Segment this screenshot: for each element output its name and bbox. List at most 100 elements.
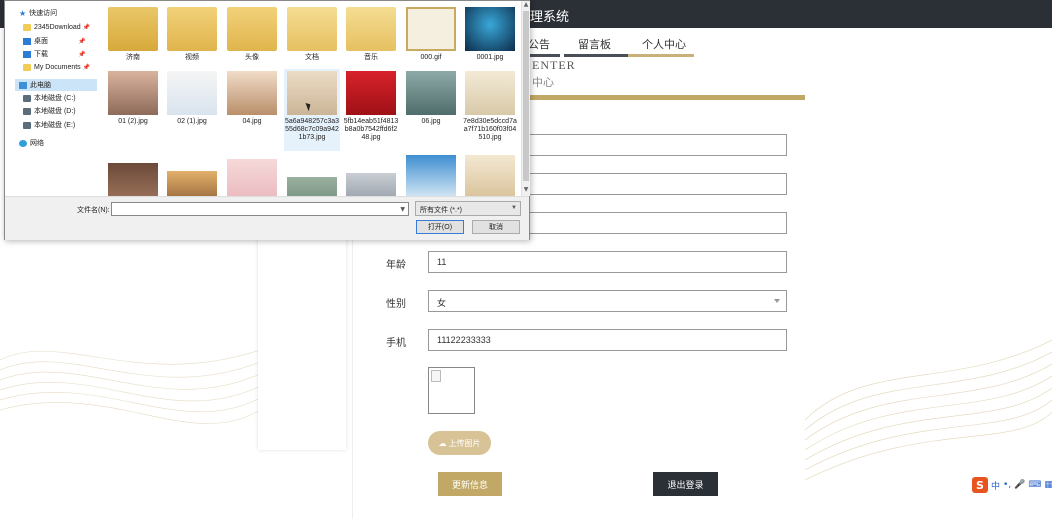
image-thumbnail [465, 7, 515, 51]
tree-item-desktop[interactable]: 桌面 📌 [23, 35, 85, 47]
broken-image-icon [431, 370, 441, 382]
sogou-logo-icon[interactable]: S [972, 477, 988, 493]
file-item[interactable]: 0001.jpg [462, 7, 518, 62]
scrollbar-thumb[interactable] [523, 11, 529, 181]
file-item[interactable]: 04.jpg [224, 71, 280, 126]
file-grid-scrollbar[interactable]: ▲ ▼ [521, 1, 530, 196]
tree-item-drive-c[interactable]: 本地磁盘 (C:) [23, 92, 76, 104]
desktop-icon [23, 37, 31, 45]
age-input[interactable]: 11 [428, 251, 787, 273]
tree-item-quick-access[interactable]: ★ 快速访问 [19, 7, 57, 19]
filetype-select[interactable]: 所有文件 (*.*) ▼ [415, 201, 521, 216]
navigation-tree: ★ 快速访问 2345Download 📌 桌面 📌 下载 📌 My Docum… [5, 1, 99, 196]
cancel-button[interactable]: 取消 [472, 220, 520, 234]
upload-image-button[interactable]: ☁ 上传图片 [428, 431, 491, 455]
file-grid: 济南 视频 头像 文档 音乐 000.gif 0001.jpg 01 (2).j… [101, 1, 519, 196]
file-open-dialog: ★ 快速访问 2345Download 📌 桌面 📌 下载 📌 My Docum… [4, 0, 530, 240]
file-item[interactable]: 5fb14eab51f4813b8a0b7542ffd6f248.jpg [343, 71, 399, 142]
documents-icon [23, 63, 31, 71]
drive-icon [23, 94, 31, 102]
pin-icon: 📌 [78, 38, 86, 45]
download-icon [23, 50, 31, 58]
file-item[interactable]: 济南 [105, 7, 161, 62]
image-thumbnail [287, 177, 337, 196]
file-item[interactable]: 视频 [164, 7, 220, 62]
dialog-footer: 文件名(N): ▼ 所有文件 (*.*) ▼ 打开(O) 取消 [5, 196, 529, 240]
star-icon: ★ [19, 8, 27, 18]
nav-tab-personal-center[interactable]: 个人中心 [628, 36, 694, 57]
ime-voice-icon[interactable]: 🎤 [1014, 480, 1025, 490]
image-thumbnail [465, 155, 515, 196]
file-item[interactable] [284, 177, 340, 196]
gender-label: 性别 [386, 299, 406, 310]
image-thumbnail [346, 71, 396, 115]
tree-item-my-documents[interactable]: My Documents 📌 [23, 61, 90, 73]
file-item[interactable]: 06.jpg [403, 71, 459, 126]
open-button[interactable]: 打开(O) [416, 220, 464, 234]
nav-tab-notice[interactable]: 公告 [502, 36, 560, 57]
drive-icon [23, 107, 31, 115]
drive-icon [23, 121, 31, 129]
tree-item-downloads[interactable]: 下载 📌 [23, 48, 85, 60]
file-item[interactable] [343, 173, 399, 196]
filename-input[interactable]: ▼ [111, 202, 409, 216]
age-label: 年龄 [386, 260, 406, 271]
ime-mode-toggle[interactable]: 中 [991, 479, 1000, 492]
nav-tab-underline [628, 54, 694, 57]
file-item[interactable] [164, 171, 220, 196]
profile-side-card [258, 238, 346, 450]
image-thumbnail [167, 71, 217, 115]
image-thumbnail [406, 71, 456, 115]
phone-label: 手机 [386, 338, 406, 349]
scroll-down-icon[interactable]: ▼ [523, 187, 529, 193]
file-item[interactable]: 头像 [224, 7, 280, 62]
cloud-upload-icon: ☁ [438, 438, 447, 448]
tree-item-2345download[interactable]: 2345Download 📌 [23, 21, 90, 33]
gender-select[interactable]: 女 [428, 290, 787, 312]
file-item[interactable] [462, 155, 518, 196]
image-thumbnail [465, 71, 515, 115]
file-item[interactable]: 7e8d30e5dccd7aa7f71b160f03f04510.jpg [462, 71, 518, 142]
chevron-down-icon: ▼ [511, 205, 517, 211]
section-title-en: ENTER [532, 58, 576, 72]
ime-menu-icon[interactable]: ▦ [1044, 480, 1052, 490]
file-item[interactable] [403, 155, 459, 196]
folder-icon [227, 7, 277, 51]
filename-label: 文件名(N): [77, 207, 110, 214]
tree-item-drive-e[interactable]: 本地磁盘 (E:) [23, 119, 75, 131]
avatar-preview [428, 367, 475, 414]
image-thumbnail [346, 173, 396, 196]
tree-item-network[interactable]: 网络 [19, 137, 44, 149]
image-thumbnail [406, 155, 456, 196]
file-item[interactable]: 000.gif [403, 7, 459, 62]
network-icon [19, 139, 27, 147]
computer-icon [19, 81, 27, 89]
ime-keyboard-icon[interactable]: ⌨ [1028, 480, 1041, 490]
chevron-down-icon[interactable]: ▼ [400, 206, 405, 213]
image-thumbnail [108, 163, 158, 196]
pin-icon: 📌 [82, 64, 91, 71]
image-thumbnail [167, 171, 217, 196]
scroll-up-icon[interactable]: ▲ [523, 2, 529, 8]
folder-icon [23, 23, 31, 31]
file-item[interactable]: 音乐 [343, 7, 399, 62]
folder-icon [287, 7, 337, 51]
phone-input[interactable]: 11122233333 [428, 329, 787, 351]
file-item[interactable]: 文档 [284, 7, 340, 62]
folder-icon [108, 7, 158, 51]
folder-icon [346, 7, 396, 51]
file-item[interactable] [105, 163, 161, 196]
logout-button[interactable]: 退出登录 [653, 472, 718, 496]
file-item[interactable]: 01 (2).jpg [105, 71, 161, 126]
app-title: 理系统 [530, 9, 570, 24]
pin-icon: 📌 [82, 24, 91, 31]
nav-tab-message-board[interactable]: 留言板 [564, 36, 632, 57]
update-info-button[interactable]: 更新信息 [438, 472, 502, 496]
tree-item-this-pc[interactable]: 此电脑 [15, 79, 97, 91]
ime-punct-icon[interactable]: •, [1003, 480, 1011, 490]
tree-item-drive-d[interactable]: 本地磁盘 (D:) [23, 105, 76, 117]
nav-tab-underline [564, 54, 632, 57]
file-item[interactable] [224, 159, 280, 196]
file-item[interactable]: 02 (1).jpg [164, 71, 220, 126]
ime-toolbar: S 中 •, 🎤 ⌨ ▦ [972, 476, 1052, 494]
